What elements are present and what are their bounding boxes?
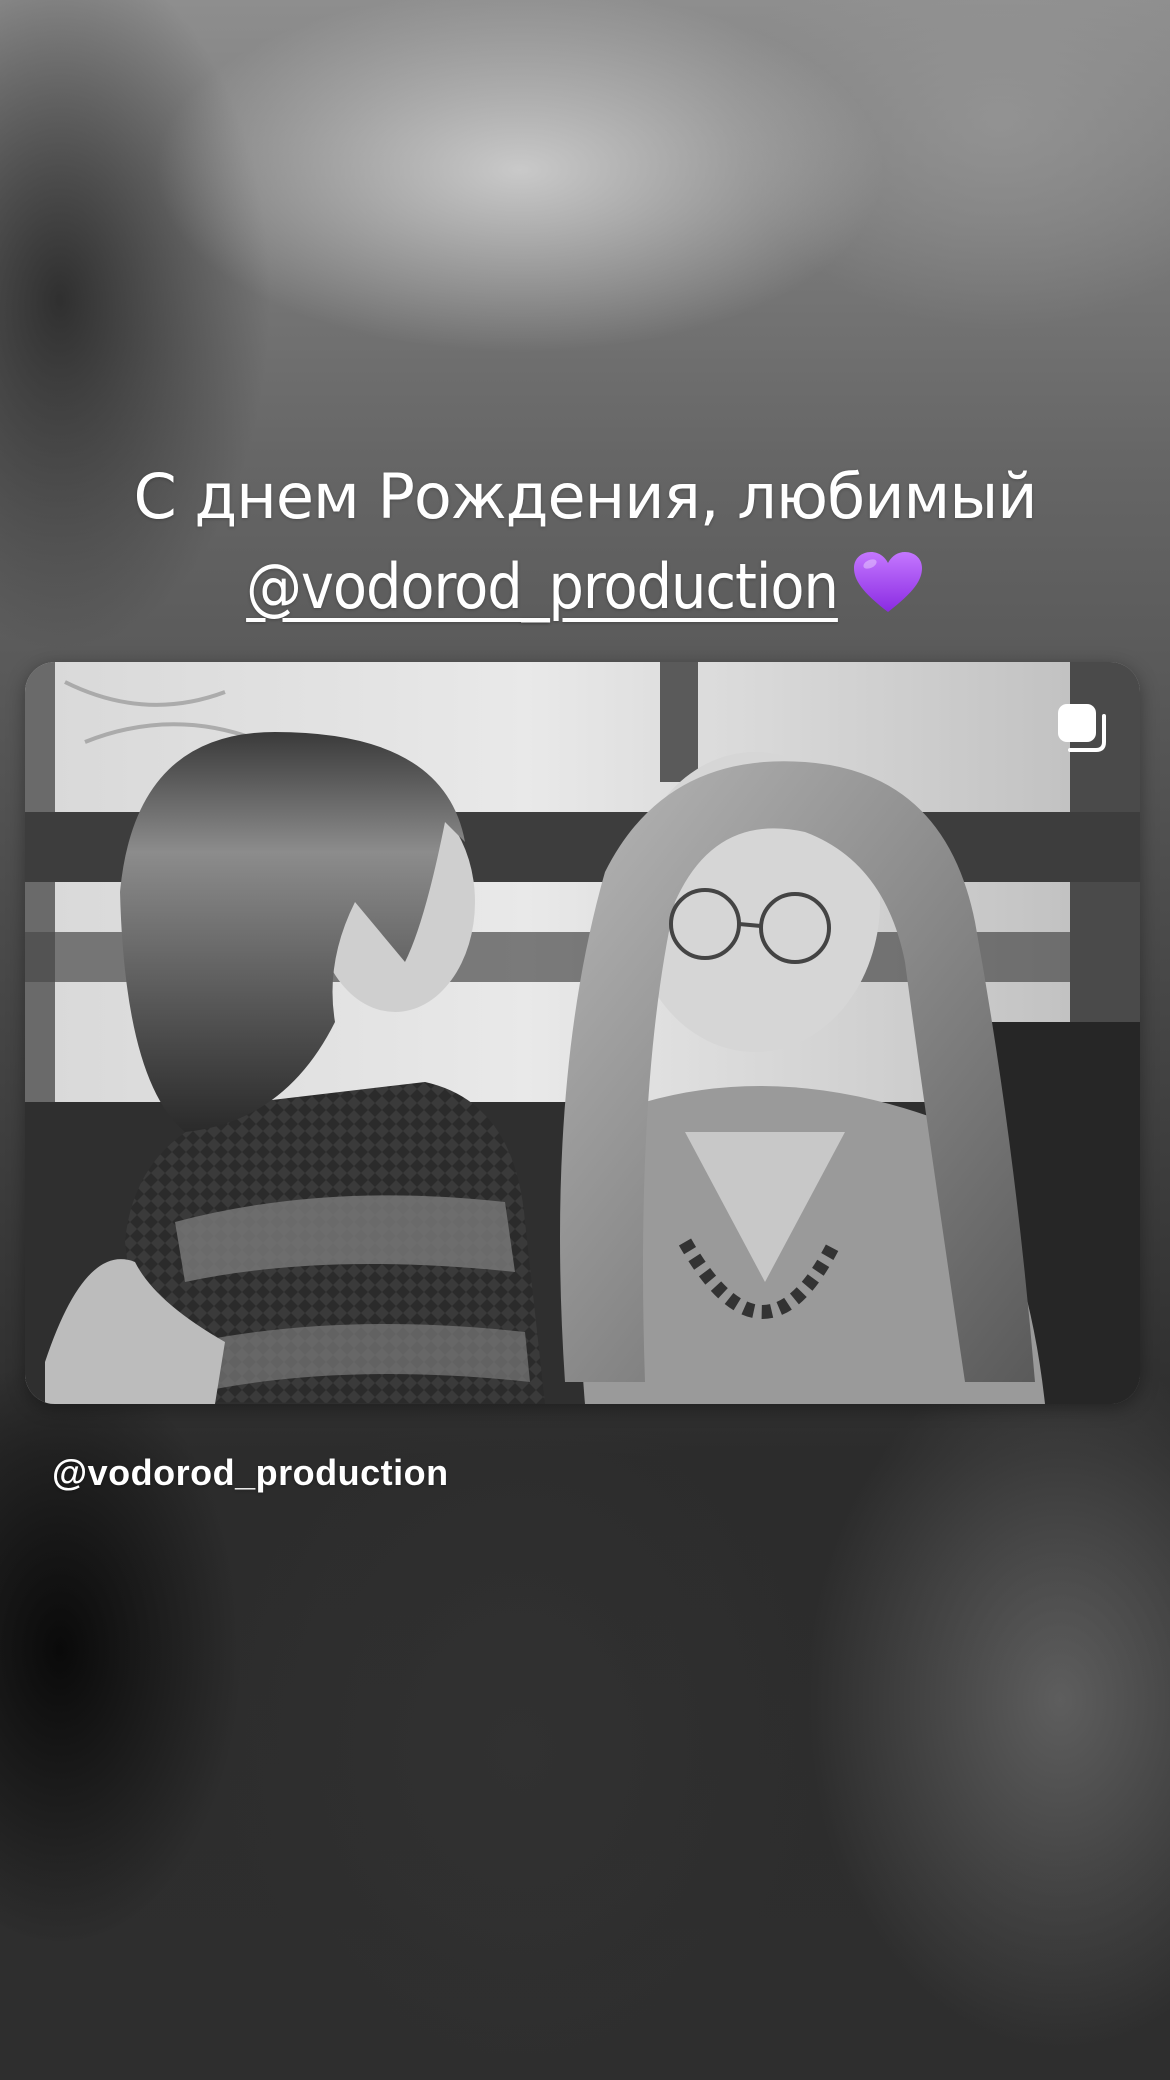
caption-line-2: @vodorod_production [0,542,1170,640]
story-screen: С днем Рождения, любимый @vodorod_produc… [0,0,1170,2080]
caption-line-1: С днем Рождения, любимый [133,460,1037,533]
mention-link[interactable]: @vodorod_production [246,550,839,623]
purple-heart-icon [852,550,924,640]
multiple-photos-icon [1058,704,1106,752]
post-author-mention[interactable]: @vodorod_production [52,1452,449,1494]
shared-post-photo[interactable] [25,662,1140,1404]
post-image [25,662,1140,1404]
story-caption: С днем Рождения, любимый @vodorod_produc… [0,452,1170,640]
